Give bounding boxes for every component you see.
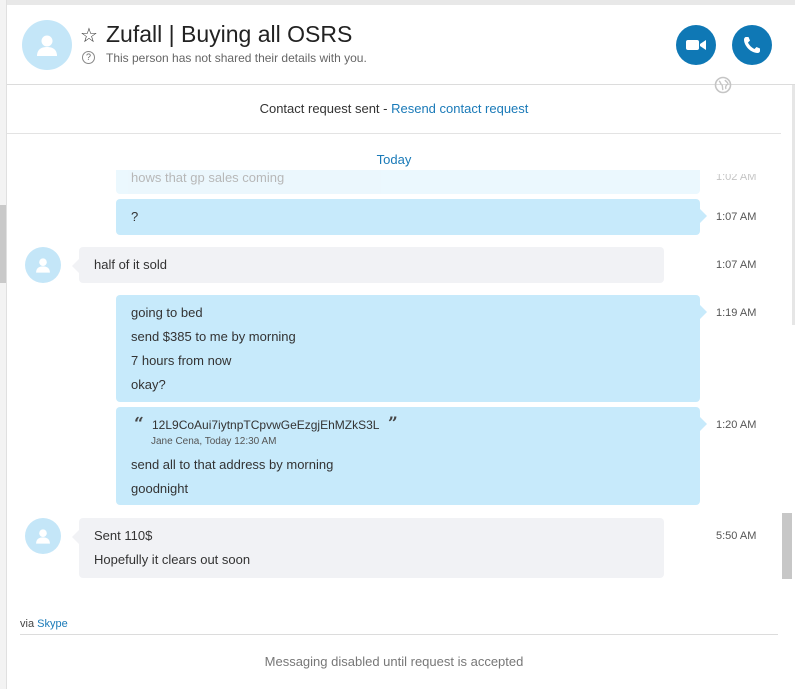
left-panel-scrollbar[interactable] — [0, 205, 6, 283]
quoted-message-meta: Jane Cena, Today 12:30 AM — [151, 436, 277, 447]
via-skype-label: via Skype — [20, 618, 68, 630]
avatar-icon — [36, 258, 50, 273]
message-time: 1:19 AM — [716, 307, 757, 319]
info-icon: ? — [82, 51, 95, 64]
message-bubble-incoming[interactable]: Sent 110$ Hopefully it clears out soon — [72, 518, 664, 578]
message-bubble-outgoing[interactable]: going to bed send $385 to me by morning … — [116, 295, 707, 402]
message-text: send $385 to me by morning — [131, 329, 296, 344]
left-panel-edge — [0, 0, 7, 689]
phone-icon — [744, 37, 760, 53]
date-divider: Today — [376, 152, 412, 167]
message-text: half of it sold — [94, 257, 167, 272]
message-text: hows that gp sales coming — [131, 170, 285, 185]
audio-call-button[interactable] — [732, 25, 772, 65]
message-text: 7 hours from now — [131, 353, 232, 368]
message-text: Sent 110$ — [94, 528, 153, 543]
avatar-icon — [36, 529, 50, 544]
contact-request-banner: Contact request sent - Resend contact re… — [7, 86, 781, 134]
video-call-button[interactable] — [676, 25, 716, 65]
via-prefix: via — [20, 618, 38, 630]
video-call-icon — [686, 40, 706, 50]
contact-subtitle: This person has not shared their details… — [106, 51, 367, 65]
message-bubble-outgoing[interactable]: “ 12L9CoAui7iytnpTCpvwGeEzgjEhMZkS3L ” J… — [116, 407, 707, 505]
message-text: okay? — [131, 377, 166, 392]
chat-scrollbar-thumb[interactable] — [782, 513, 792, 579]
message-text: ? — [131, 209, 139, 224]
message-text: going to bed — [131, 305, 203, 320]
sender-avatar[interactable] — [25, 518, 61, 554]
quote-open-icon: “ — [134, 414, 144, 434]
avatar-icon — [37, 35, 57, 56]
resend-contact-request-link[interactable]: Resend contact request — [391, 101, 528, 116]
message-text: Hopefully it clears out soon — [94, 552, 251, 567]
message-time: 1:07 AM — [716, 211, 757, 223]
message-time: 5:50 AM — [716, 530, 757, 542]
message-bubble-outgoing[interactable]: ? — [116, 199, 707, 235]
quoted-message-text: 12L9CoAui7iytnpTCpvwGeEzgjEhMZkS3L — [152, 418, 380, 432]
conversation-header: ☆ Zufall | Buying all OSRS ? This person… — [7, 5, 795, 94]
skype-link[interactable]: Skype — [37, 618, 68, 630]
messaging-disabled-notice: Messaging disabled until request is acce… — [264, 654, 524, 669]
message-time: 1:20 AM — [716, 419, 757, 431]
contact-title: Zufall | Buying all OSRS — [106, 21, 353, 47]
contact-request-text: Contact request sent - — [259, 101, 392, 116]
message-time: 1:02 AM — [716, 171, 757, 183]
favorite-star-icon[interactable]: ☆ — [80, 23, 98, 48]
message-time: 1:07 AM — [716, 259, 757, 271]
message-text: goodnight — [131, 481, 189, 496]
message-text: send all to that address by morning — [131, 457, 334, 472]
footer-divider — [20, 634, 778, 635]
sender-avatar[interactable] — [25, 247, 61, 283]
contact-avatar[interactable] — [22, 20, 72, 70]
quote-close-icon: ” — [388, 414, 398, 434]
message-bubble-incoming[interactable]: half of it sold — [72, 247, 664, 283]
